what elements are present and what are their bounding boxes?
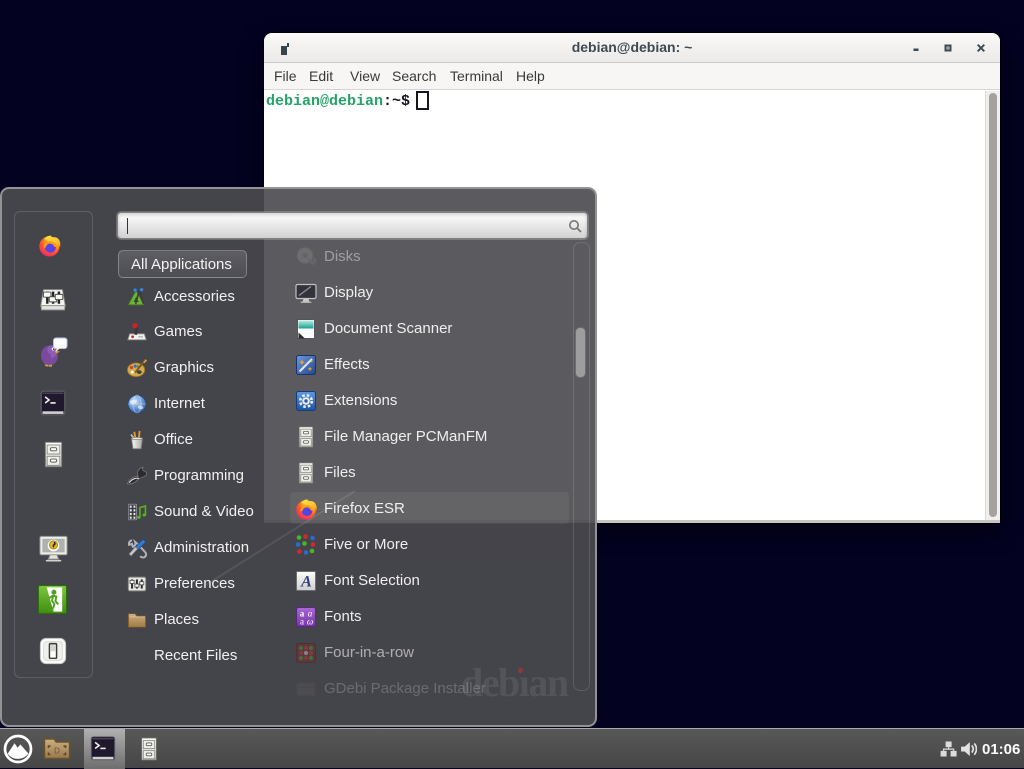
svg-text:D: D <box>54 747 60 756</box>
svg-text:A: A <box>300 574 312 591</box>
svg-text:ω: ω <box>307 617 313 627</box>
svg-text:a: a <box>300 617 304 627</box>
